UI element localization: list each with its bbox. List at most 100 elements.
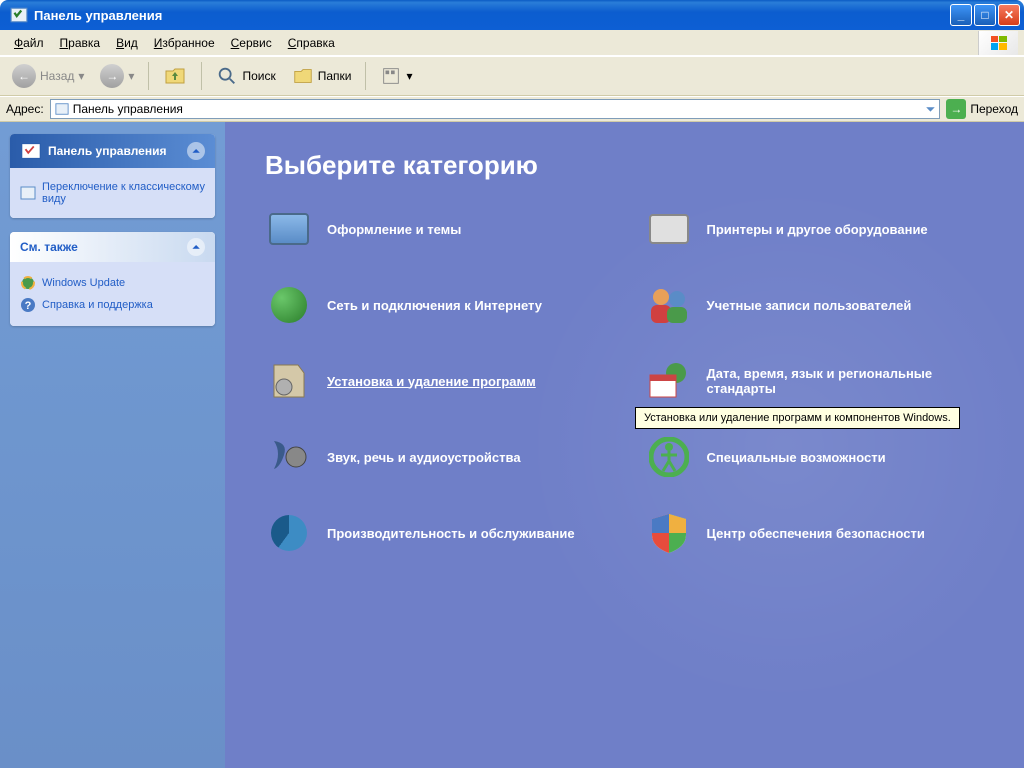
back-dropdown-icon: ▾ xyxy=(78,69,84,83)
go-arrow-icon: → xyxy=(946,99,966,119)
menu-view[interactable]: Вид xyxy=(108,34,146,52)
back-button[interactable]: ← Назад ▾ xyxy=(6,60,90,92)
category-security[interactable]: Центр обеспечения безопасности xyxy=(645,509,985,557)
task-panel-control-panel: Панель управления ⏶ Переключение к класс… xyxy=(10,134,215,218)
control-panel-icon xyxy=(55,102,69,116)
go-button[interactable]: → Переход xyxy=(946,99,1018,119)
search-button[interactable]: Поиск xyxy=(210,61,281,91)
sidebar: Панель управления ⏶ Переключение к класс… xyxy=(0,122,225,768)
address-input[interactable]: Панель управления ⏷ xyxy=(50,99,941,119)
collapse-icon[interactable]: ⏶ xyxy=(187,238,205,256)
tooltip-add-remove: Установка или удаление программ и компон… xyxy=(635,407,960,429)
page-title: Выберите категорию xyxy=(265,150,984,181)
accessibility-label: Специальные возможности xyxy=(707,450,886,465)
users-label: Учетные записи пользователей xyxy=(707,298,912,313)
views-dropdown-icon: ▾ xyxy=(406,69,412,83)
forward-dropdown-icon: ▾ xyxy=(128,69,134,83)
address-dropdown-icon[interactable]: ⏷ xyxy=(926,102,936,117)
category-users[interactable]: Учетные записи пользователей xyxy=(645,281,985,329)
switch-view-icon xyxy=(20,185,36,201)
close-button[interactable]: ✕ xyxy=(998,4,1020,26)
menu-edit[interactable]: Правка xyxy=(52,34,109,52)
folders-button[interactable]: Папки xyxy=(286,61,358,91)
menubar: Файл Правка Вид Избранное Сервис Справка xyxy=(0,30,1024,56)
category-date-region[interactable]: Дата, время, язык и региональные стандар… xyxy=(645,357,985,405)
views-button[interactable]: ▾ xyxy=(374,61,418,91)
control-panel-icon xyxy=(10,6,28,24)
windows-update-link[interactable]: Windows Update xyxy=(20,272,205,294)
accessibility-icon xyxy=(645,433,693,481)
printers-label: Принтеры и другое оборудование xyxy=(707,222,928,237)
category-network[interactable]: Сеть и подключения к Интернету xyxy=(265,281,605,329)
help-support-label: Справка и поддержка xyxy=(42,299,153,311)
category-appearance[interactable]: Оформление и темы xyxy=(265,205,605,253)
search-label: Поиск xyxy=(242,69,275,83)
performance-icon xyxy=(265,509,313,557)
menu-help[interactable]: Справка xyxy=(280,34,343,52)
folders-icon xyxy=(292,65,314,87)
folders-label: Папки xyxy=(318,69,352,83)
address-label: Адрес: xyxy=(6,102,44,116)
back-label: Назад xyxy=(40,69,74,83)
maximize-button[interactable]: □ xyxy=(974,4,996,26)
network-label: Сеть и подключения к Интернету xyxy=(327,298,542,313)
switch-view-label: Переключение к классическому виду xyxy=(42,181,205,205)
toolbar: ← Назад ▾ → ▾ Поиск Папки ▾ xyxy=(0,56,1024,96)
category-sound[interactable]: Звук, речь и аудиоустройства xyxy=(265,433,605,481)
panel2-body: Windows Update ? Справка и поддержка xyxy=(10,262,215,326)
category-accessibility[interactable]: Специальные возможности xyxy=(645,433,985,481)
toolbar-separator xyxy=(365,62,366,90)
window-title: Панель управления xyxy=(34,8,950,23)
addressbar: Адрес: Панель управления ⏷ → Переход xyxy=(0,96,1024,122)
toolbar-separator xyxy=(148,62,149,90)
category-printers[interactable]: Принтеры и другое оборудование xyxy=(645,205,985,253)
date-region-icon xyxy=(645,357,693,405)
appearance-label: Оформление и темы xyxy=(327,222,461,237)
panel1-body: Переключение к классическому виду xyxy=(10,168,215,218)
forward-button[interactable]: → ▾ xyxy=(94,60,140,92)
collapse-icon[interactable]: ⏶ xyxy=(187,142,205,160)
go-label: Переход xyxy=(970,102,1018,116)
svg-text:?: ? xyxy=(25,300,32,312)
windows-logo xyxy=(978,31,1018,55)
menu-file[interactable]: Файл xyxy=(6,34,52,52)
titlebar: Панель управления _ □ ✕ xyxy=(0,0,1024,30)
windows-update-icon xyxy=(20,275,36,291)
category-performance[interactable]: Производительность и обслуживание xyxy=(265,509,605,557)
forward-arrow-icon: → xyxy=(100,64,124,88)
add-remove-icon xyxy=(265,357,313,405)
sound-icon xyxy=(265,433,313,481)
menu-favorites[interactable]: Избранное xyxy=(146,34,223,52)
back-arrow-icon: ← xyxy=(12,64,36,88)
network-icon xyxy=(265,281,313,329)
task-panel-see-also: См. также ⏶ Windows Update ? Справка и п… xyxy=(10,232,215,326)
menu-tools[interactable]: Сервис xyxy=(223,34,280,52)
main-panel: Выберите категорию Оформление и темы При… xyxy=(225,122,1024,768)
switch-classic-view-link[interactable]: Переключение к классическому виду xyxy=(20,178,205,208)
content-area: Панель управления ⏶ Переключение к класс… xyxy=(0,122,1024,768)
add-remove-label: Установка и удаление программ xyxy=(327,374,536,389)
up-button[interactable] xyxy=(157,60,193,92)
sound-label: Звук, речь и аудиоустройства xyxy=(327,450,521,465)
date-region-label: Дата, время, язык и региональные стандар… xyxy=(707,366,985,396)
performance-label: Производительность и обслуживание xyxy=(327,526,575,541)
help-support-link[interactable]: ? Справка и поддержка xyxy=(20,294,205,316)
folder-up-icon xyxy=(163,64,187,88)
help-icon: ? xyxy=(20,297,36,313)
search-icon xyxy=(216,65,238,87)
views-icon xyxy=(380,65,402,87)
control-panel-large-icon xyxy=(20,140,42,162)
security-label: Центр обеспечения безопасности xyxy=(707,526,925,541)
task-header-control-panel[interactable]: Панель управления ⏶ xyxy=(10,134,215,168)
toolbar-separator xyxy=(201,62,202,90)
panel2-title: См. также xyxy=(20,240,78,254)
users-icon xyxy=(645,281,693,329)
appearance-icon xyxy=(265,205,313,253)
category-add-remove-programs[interactable]: Установка и удаление программ xyxy=(265,357,605,405)
security-icon xyxy=(645,509,693,557)
address-value: Панель управления xyxy=(73,102,922,116)
panel1-title: Панель управления xyxy=(48,144,166,158)
printers-icon xyxy=(645,205,693,253)
minimize-button[interactable]: _ xyxy=(950,4,972,26)
task-header-see-also[interactable]: См. также ⏶ xyxy=(10,232,215,262)
